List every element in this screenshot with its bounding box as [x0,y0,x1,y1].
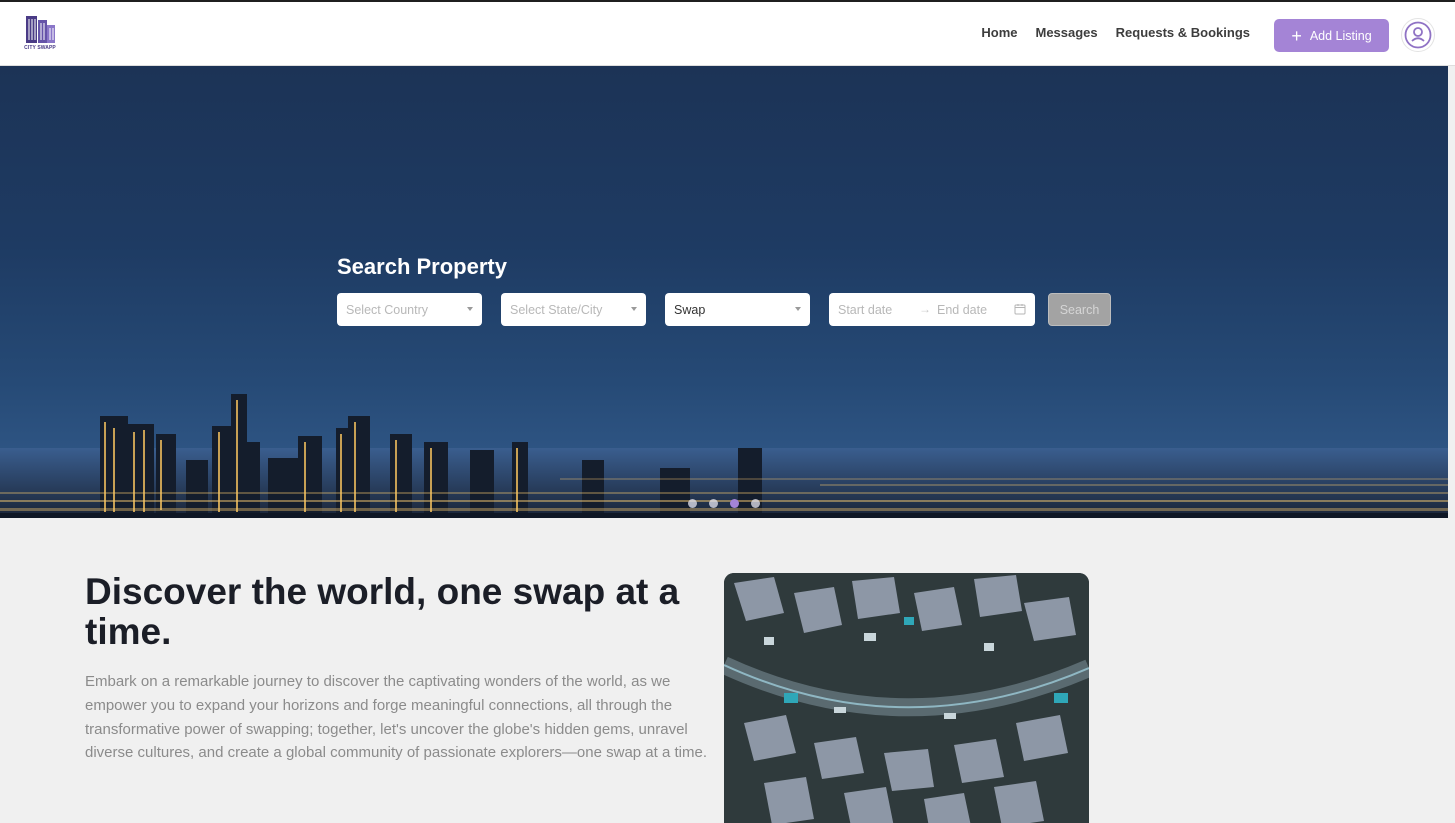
nav-requests-bookings[interactable]: Requests & Bookings [1116,25,1250,40]
intro-paragraph: Embark on a remarkable journey to discov… [85,673,707,762]
nav-links: Home Messages Requests & Bookings [981,25,1250,40]
chevron-down-icon [795,307,801,311]
carousel-dot-2[interactable] [709,499,718,508]
country-placeholder: Select Country [346,302,428,317]
listing-type-value: Swap [674,302,706,317]
nav-messages[interactable]: Messages [1035,25,1097,40]
logo-text: CITY SWAPP [24,45,56,51]
carousel-dot-3[interactable] [730,499,739,508]
search-button[interactable]: Search [1048,293,1111,326]
carousel-dot-1[interactable] [688,499,697,508]
user-icon [1404,21,1432,49]
end-date-input[interactable]: End date [937,303,987,317]
hero-banner: Search Property Select Country Select St… [0,66,1448,518]
top-nav: CITY SWAPP Home Messages Requests & Book… [0,0,1455,66]
city-select[interactable]: Select State/City [501,293,646,326]
calendar-icon [1014,304,1026,315]
arrow-right-icon: → [919,302,931,316]
aerial-neighborhood-image [724,573,1089,823]
city-placeholder: Select State/City [510,302,603,317]
nav-home[interactable]: Home [981,25,1017,40]
search-property-title: Search Property [337,254,507,279]
country-select[interactable]: Select Country [337,293,482,326]
building-logo-icon [26,16,55,43]
start-date-input[interactable]: Start date [838,303,892,317]
headline: Discover the world, one swap at a time. [85,571,680,652]
chevron-down-icon [631,307,637,311]
chevron-down-icon [467,307,473,311]
user-avatar[interactable] [1401,18,1435,52]
carousel-dot-4[interactable] [751,499,760,508]
add-listing-label: Add Listing [1309,28,1372,43]
plus-icon: + [1291,25,1302,46]
listing-type-select[interactable]: Swap [665,293,810,326]
add-listing-button[interactable]: + Add Listing [1274,19,1389,52]
city-swapp-logo[interactable]: CITY SWAPP [23,14,57,56]
carousel-dots [688,499,760,508]
date-range-picker[interactable]: Start date → End date [829,293,1035,326]
